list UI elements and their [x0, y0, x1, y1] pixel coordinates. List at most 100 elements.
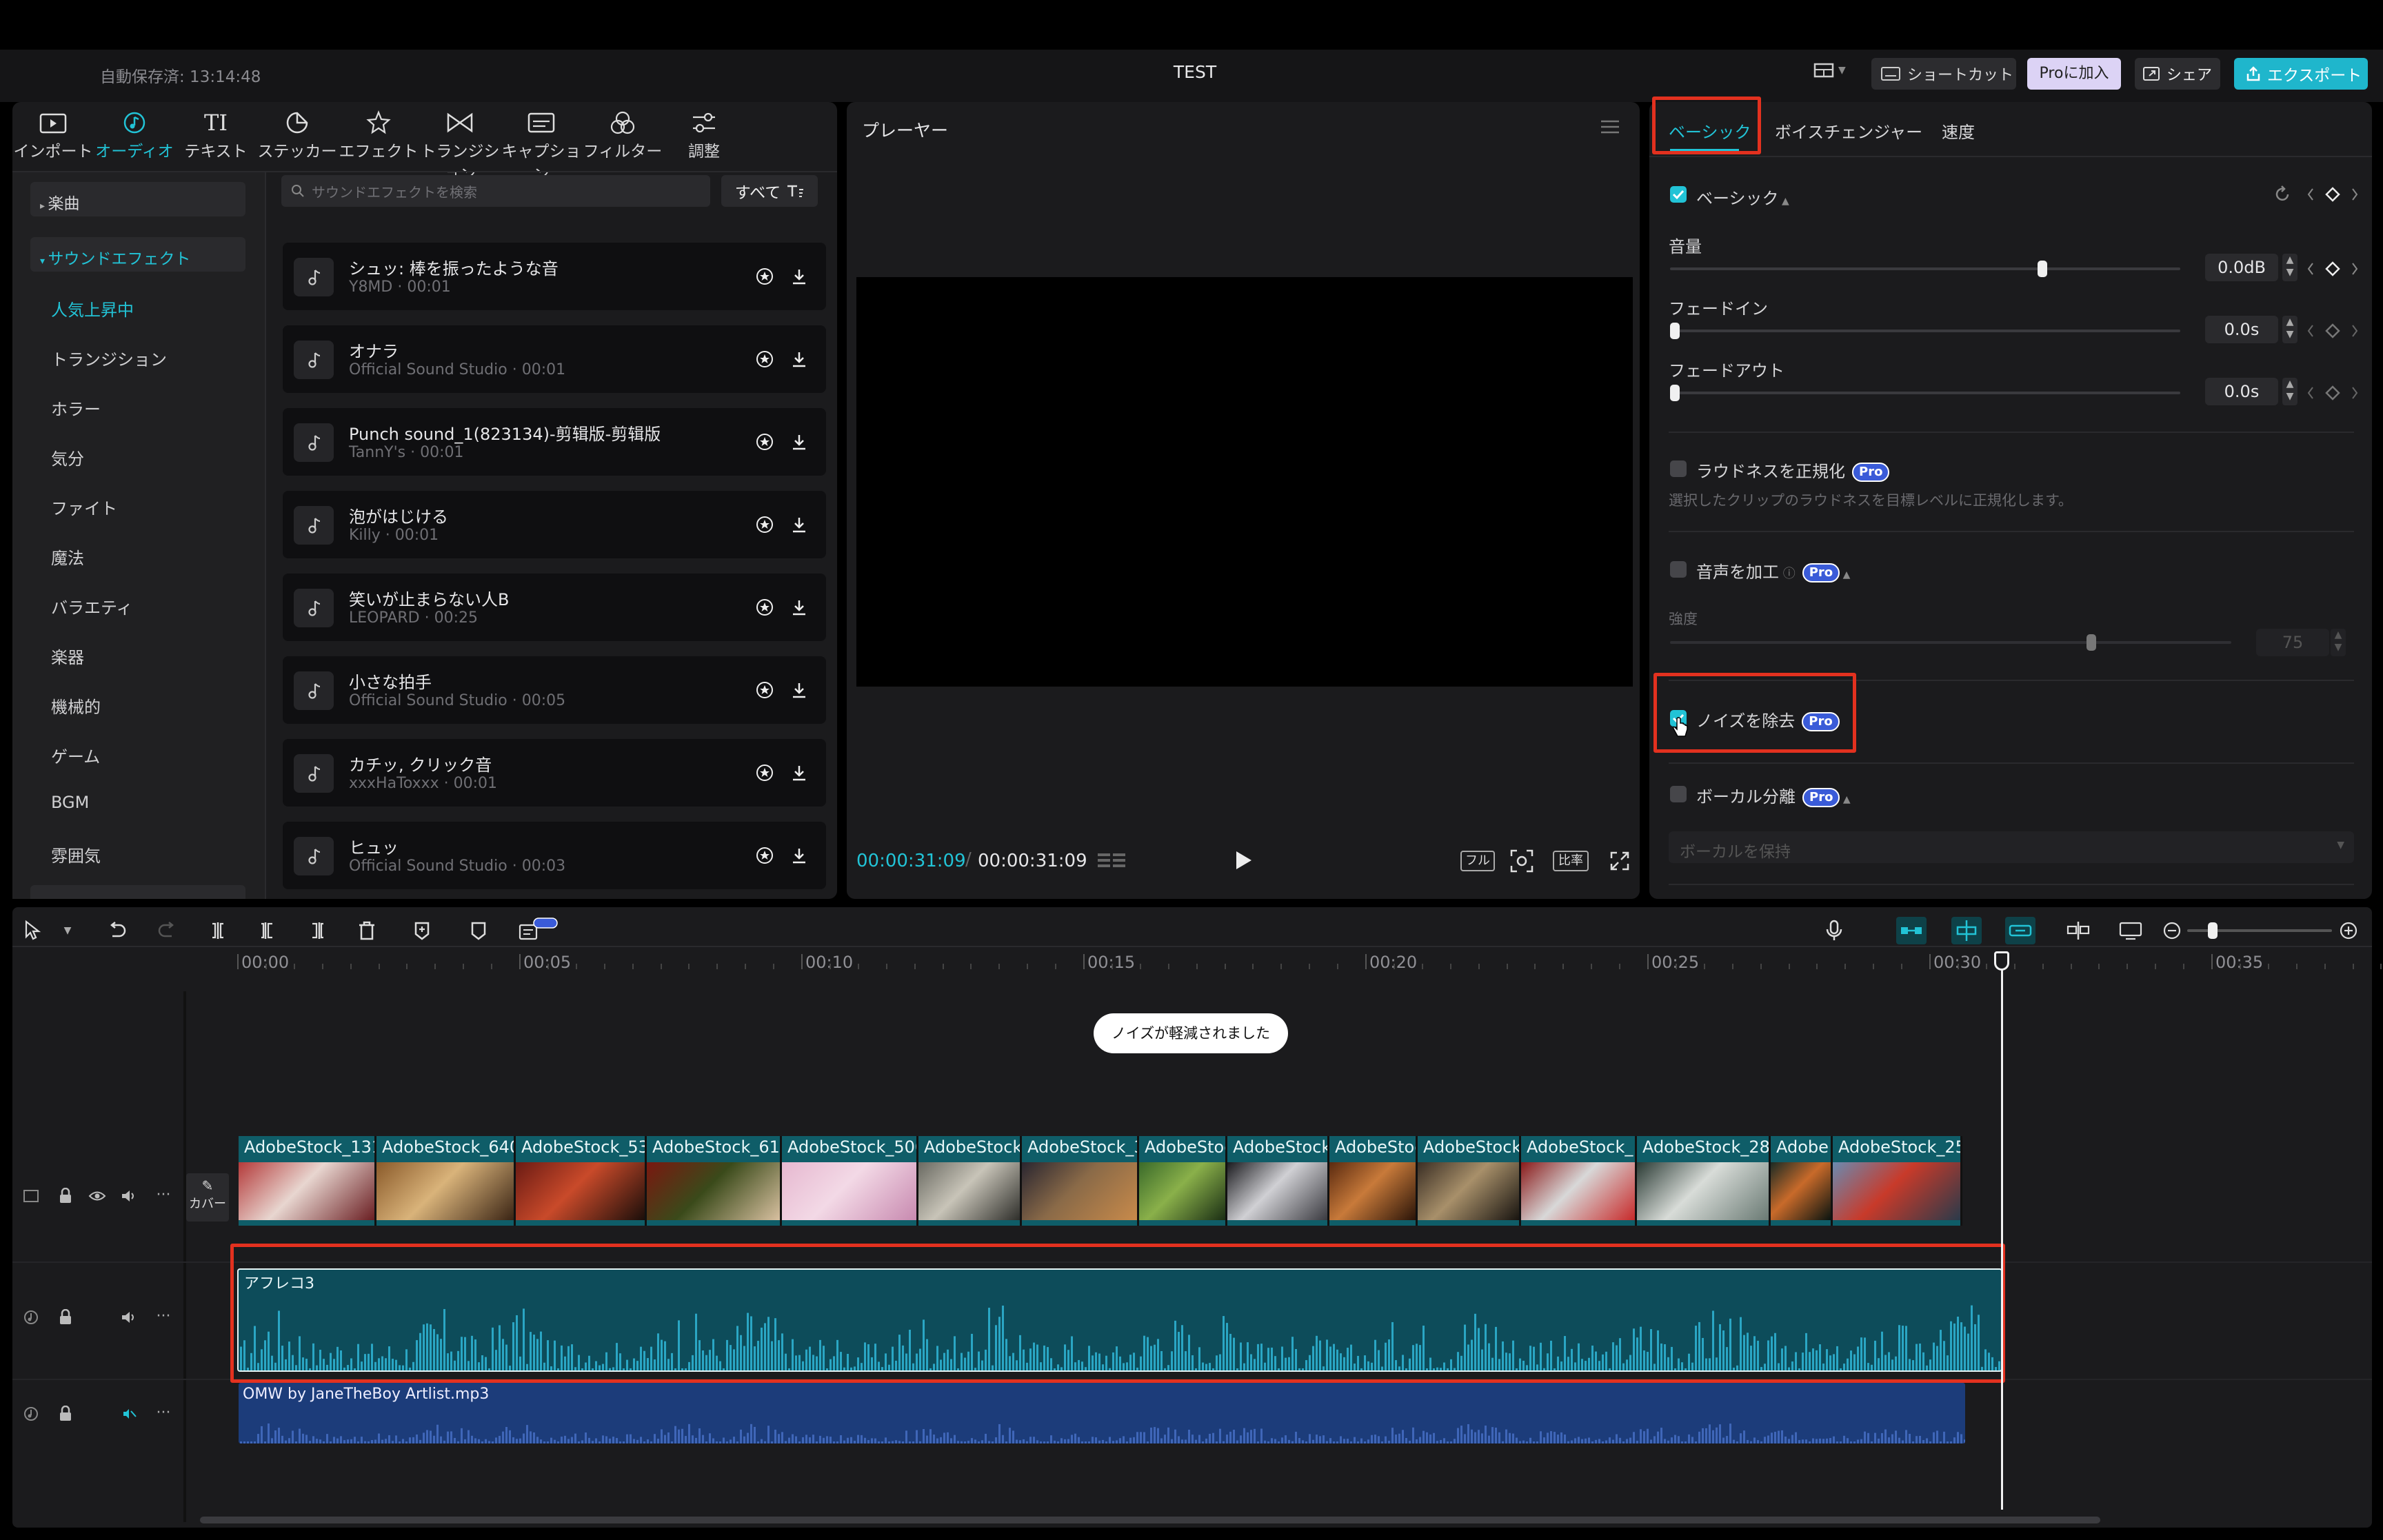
volume-stepper[interactable]: ▲ ▼: [2282, 254, 2297, 281]
subcategory-bgm[interactable]: BGM: [51, 793, 89, 812]
fullscreen-icon[interactable]: [1609, 851, 1630, 871]
chevron-down-icon[interactable]: ▼: [54, 917, 81, 944]
favorite-star-icon[interactable]: [752, 429, 778, 455]
video-clip[interactable]: AdobeStock_131: [239, 1136, 376, 1226]
video-clip[interactable]: AdobeStock_53: [516, 1136, 647, 1226]
auto-snap-icon[interactable]: [1951, 917, 1982, 944]
video-clip[interactable]: AdobeStock_281: [1637, 1136, 1771, 1226]
tab-filter[interactable]: フィルター: [582, 102, 663, 170]
split-icon[interactable]: [204, 917, 232, 944]
link-icon[interactable]: [2005, 917, 2035, 944]
video-preview[interactable]: [856, 277, 1633, 687]
marker-add-icon[interactable]: [408, 917, 436, 944]
select-tool[interactable]: [21, 917, 48, 944]
video-clip[interactable]: AdobeStoc: [1139, 1136, 1227, 1226]
sound-item[interactable]: 小さな拍手 Official Sound Studio · 00:05: [283, 656, 826, 724]
video-clip[interactable]: AdobeStock_: [918, 1136, 1022, 1226]
waveform-list-icon[interactable]: [1096, 851, 1128, 871]
sound-item[interactable]: 笑いが止まらない人B LEOPARD · 00:25: [283, 574, 826, 641]
fadeout-keyframe-icon[interactable]: [2307, 385, 2358, 401]
tab-effect[interactable]: エフェクト: [338, 102, 419, 170]
export-button[interactable]: エクスポート: [2234, 58, 2368, 90]
favorite-star-icon[interactable]: [752, 677, 778, 703]
volume-slider[interactable]: [1670, 267, 2180, 270]
category-sound-effects[interactable]: ▾ サウンドエフェクト: [30, 237, 245, 272]
tab-sticker[interactable]: ステッカー: [257, 102, 338, 170]
shield-icon[interactable]: [465, 917, 492, 944]
keyframe-nav-icon[interactable]: [2307, 186, 2358, 203]
tab-voice-changer[interactable]: ボイスチェンジャー: [1775, 119, 1922, 143]
category-music[interactable]: ▸ 楽曲: [30, 182, 245, 216]
loudness-checkbox[interactable]: [1670, 460, 1687, 477]
timeline-scrollbar[interactable]: [200, 1517, 2100, 1523]
sound-item[interactable]: シュッ: 棒を振ったような音 Y8MD · 00:01: [283, 243, 826, 310]
main-track-magnet-icon[interactable]: [1896, 917, 1927, 944]
auto-caption-pro-button[interactable]: [519, 917, 560, 944]
more-icon[interactable]: ···: [153, 1402, 174, 1423]
cover-button[interactable]: ✎ カバー: [186, 1173, 229, 1222]
subcategory-magic[interactable]: 魔法: [51, 545, 84, 569]
favorite-star-icon[interactable]: [752, 346, 778, 372]
split-right-icon[interactable]: [303, 917, 331, 944]
favorite-star-icon[interactable]: [752, 760, 778, 786]
sound-item[interactable]: カチッ, クリック音 xxxHaToxxx · 00:01: [283, 739, 826, 807]
split-left-icon[interactable]: [254, 917, 281, 944]
zoom-out-icon[interactable]: [2158, 917, 2186, 944]
delete-icon[interactable]: [353, 917, 381, 944]
fadein-stepper[interactable]: ▲ ▼: [2282, 316, 2297, 343]
eye-icon[interactable]: [87, 1186, 108, 1206]
download-icon[interactable]: [786, 263, 812, 290]
sound-item[interactable]: ヒュッ Official Sound Studio · 00:03: [283, 822, 826, 889]
pro-join-button[interactable]: Proに加入: [2027, 58, 2121, 90]
fadeout-stepper[interactable]: ▲ ▼: [2282, 378, 2297, 405]
video-clip[interactable]: AdobeStock_3: [1022, 1136, 1139, 1226]
search-input[interactable]: サウンドエフェクトを検索: [281, 175, 710, 207]
volume-slider-handle[interactable]: [2038, 261, 2048, 277]
video-clip[interactable]: AdobeStock_: [1521, 1136, 1637, 1226]
fadeout-slider[interactable]: [1670, 392, 2180, 394]
video-clip[interactable]: AdobeStock_500: [782, 1136, 918, 1226]
snapshot-icon[interactable]: [1510, 849, 1534, 873]
fadeout-value[interactable]: 0.0s: [2205, 378, 2278, 405]
video-clip[interactable]: AdobeStoc: [1329, 1136, 1418, 1226]
speaker-icon[interactable]: [119, 1186, 139, 1206]
zoom-in-icon[interactable]: [2335, 917, 2362, 944]
download-icon[interactable]: [786, 760, 812, 786]
subcategory-mechanical[interactable]: 機械的: [51, 693, 101, 718]
fadeout-slider-handle[interactable]: [1670, 385, 1680, 401]
play-button[interactable]: [1233, 849, 1254, 871]
preview-axis-icon[interactable]: [2064, 917, 2092, 944]
vocal-separation-checkbox[interactable]: [1670, 786, 1687, 802]
fadein-slider-handle[interactable]: [1670, 323, 1680, 339]
download-icon[interactable]: [786, 594, 812, 620]
playhead[interactable]: [2001, 954, 2003, 1510]
zoom-slider-handle[interactable]: [2208, 922, 2218, 939]
sound-item[interactable]: 泡がはじける Killy · 00:01: [283, 491, 826, 558]
tab-import[interactable]: インポート: [12, 102, 94, 170]
timeline-preview-icon[interactable]: [2117, 917, 2144, 944]
more-icon[interactable]: ···: [153, 1306, 174, 1326]
favorite-star-icon[interactable]: [752, 511, 778, 538]
favorite-star-icon[interactable]: [752, 594, 778, 620]
muted-speaker-icon[interactable]: [119, 1404, 139, 1424]
more-icon[interactable]: ···: [153, 1184, 174, 1205]
playhead-handle[interactable]: [1994, 951, 2009, 971]
ratio-button[interactable]: 比率: [1553, 851, 1589, 871]
subcategory-trending[interactable]: 人気上昇中: [51, 296, 134, 321]
tab-audio[interactable]: オーディオ: [94, 102, 175, 170]
lock-icon[interactable]: [55, 1307, 76, 1328]
sound-item[interactable]: Punch sound_1(823134)-剪辑版-剪辑版 TannY's · 0…: [283, 408, 826, 476]
lock-icon[interactable]: [55, 1404, 76, 1424]
favorite-star-icon[interactable]: [752, 263, 778, 290]
download-icon[interactable]: [786, 677, 812, 703]
tab-text[interactable]: TI テキスト: [175, 102, 257, 170]
share-button[interactable]: シェア: [2135, 58, 2220, 90]
full-quality-button[interactable]: フル: [1460, 851, 1495, 871]
reset-icon[interactable]: [2273, 185, 2292, 204]
download-icon[interactable]: [786, 346, 812, 372]
fadein-value[interactable]: 0.0s: [2205, 316, 2278, 343]
basic-checkbox[interactable]: [1670, 186, 1687, 203]
layout-switch[interactable]: ▼: [1813, 62, 1846, 79]
video-clip[interactable]: AdobeStock_612: [647, 1136, 782, 1226]
tab-speed[interactable]: 速度: [1942, 119, 1975, 143]
